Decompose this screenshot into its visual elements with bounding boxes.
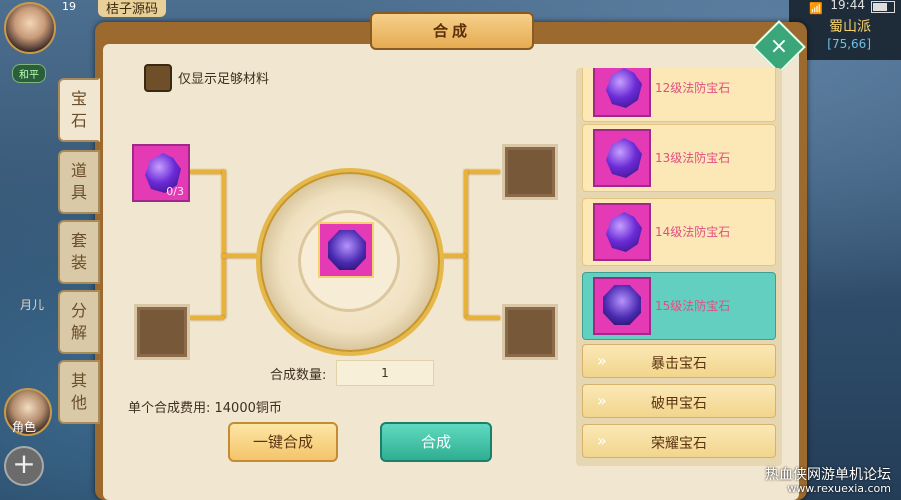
- panel-title: 合成: [370, 12, 534, 50]
- one-click-combine-button[interactable]: 一键合成: [228, 422, 338, 462]
- fee-label: 单个合成费用: 14000铜币: [128, 401, 282, 416]
- category-armor-break-gem[interactable]: » 破甲宝石: [582, 384, 776, 418]
- player-portrait[interactable]: [4, 2, 56, 54]
- wifi-icon: 📶: [809, 2, 823, 15]
- gem-icon: [603, 285, 641, 325]
- list-item[interactable]: 13级法防宝石: [582, 124, 776, 192]
- result-slot[interactable]: [318, 222, 374, 278]
- connector-line: [190, 316, 224, 320]
- gem-icon: [606, 212, 642, 252]
- list-item-selected[interactable]: 15级法防宝石: [582, 272, 776, 340]
- category-label: 破甲宝石: [651, 396, 707, 412]
- list-item-label: 12级法防宝石: [655, 81, 731, 95]
- tab-label: 道 具: [70, 161, 87, 202]
- connector-line: [222, 254, 258, 258]
- tab-sets[interactable]: 套 装: [58, 220, 100, 284]
- list-gem-slot: [593, 129, 651, 187]
- connector-line: [466, 170, 500, 174]
- status-chip[interactable]: 和平: [12, 64, 46, 83]
- combine-button[interactable]: 合成: [380, 422, 492, 462]
- filter-label: 仅显示足够材料: [178, 72, 270, 87]
- map-name: 蜀山派: [829, 19, 871, 35]
- player-name: 桔子源码: [98, 0, 167, 17]
- tab-other[interactable]: 其 他: [58, 360, 100, 424]
- character-label: 角色: [12, 420, 37, 434]
- material-count: 0/3: [166, 185, 184, 198]
- material-slot-empty[interactable]: [502, 144, 558, 200]
- category-glory-gem[interactable]: » 荣耀宝石: [582, 424, 776, 458]
- tab-decompose[interactable]: 分 解: [58, 290, 100, 354]
- gem-list: 12级法防宝石 13级法防宝石 14级法防宝石 15级法防宝石 » 暴击宝石 »…: [576, 68, 782, 466]
- tab-label: 宝 石: [70, 89, 87, 130]
- category-crit-gem[interactable]: » 暴击宝石: [582, 344, 776, 378]
- connector-line: [190, 170, 224, 174]
- tab-label: 套 装: [70, 231, 87, 272]
- material-slot-empty[interactable]: [502, 304, 558, 360]
- tab-label: 分 解: [70, 301, 87, 342]
- list-item[interactable]: 12级法防宝石: [582, 68, 776, 122]
- list-item-label: 15级法防宝石: [655, 299, 731, 313]
- close-icon: ×: [769, 34, 789, 59]
- filter-checkbox[interactable]: [144, 64, 172, 92]
- watermark-url: www.rexuexia.com: [787, 482, 891, 495]
- map-coords: [75,66]: [827, 37, 871, 51]
- connector-line: [464, 170, 468, 318]
- list-item[interactable]: 14级法防宝石: [582, 198, 776, 266]
- watermark-title: 热血侠网游单机论坛: [765, 467, 891, 483]
- list-item-label: 14级法防宝石: [655, 225, 731, 239]
- category-label: 暴击宝石: [651, 356, 707, 372]
- quantity-input[interactable]: 1: [336, 360, 434, 386]
- tab-gems[interactable]: 宝 石: [58, 78, 100, 142]
- connector-line: [222, 170, 226, 318]
- list-gem-slot: [593, 203, 651, 261]
- list-item-label: 13级法防宝石: [655, 151, 731, 165]
- quantity-label: 合成数量:: [270, 368, 327, 383]
- battery-icon: [871, 1, 895, 13]
- npc-label: 月儿: [20, 298, 45, 312]
- gem-icon: [606, 68, 642, 108]
- list-gem-slot: [593, 277, 651, 335]
- material-slot-empty[interactable]: [134, 304, 190, 360]
- tab-label: 其 他: [70, 371, 87, 412]
- player-level: 19: [62, 0, 76, 13]
- clock: 19:44: [830, 0, 865, 12]
- category-label: 荣耀宝石: [651, 436, 707, 452]
- material-slot-filled[interactable]: 0/3: [132, 144, 190, 202]
- gem-icon: [328, 230, 366, 270]
- list-gem-slot: [593, 68, 651, 117]
- tab-items[interactable]: 道 具: [58, 150, 100, 214]
- add-button[interactable]: +: [4, 446, 44, 486]
- gem-icon: [606, 138, 642, 178]
- connector-line: [466, 316, 500, 320]
